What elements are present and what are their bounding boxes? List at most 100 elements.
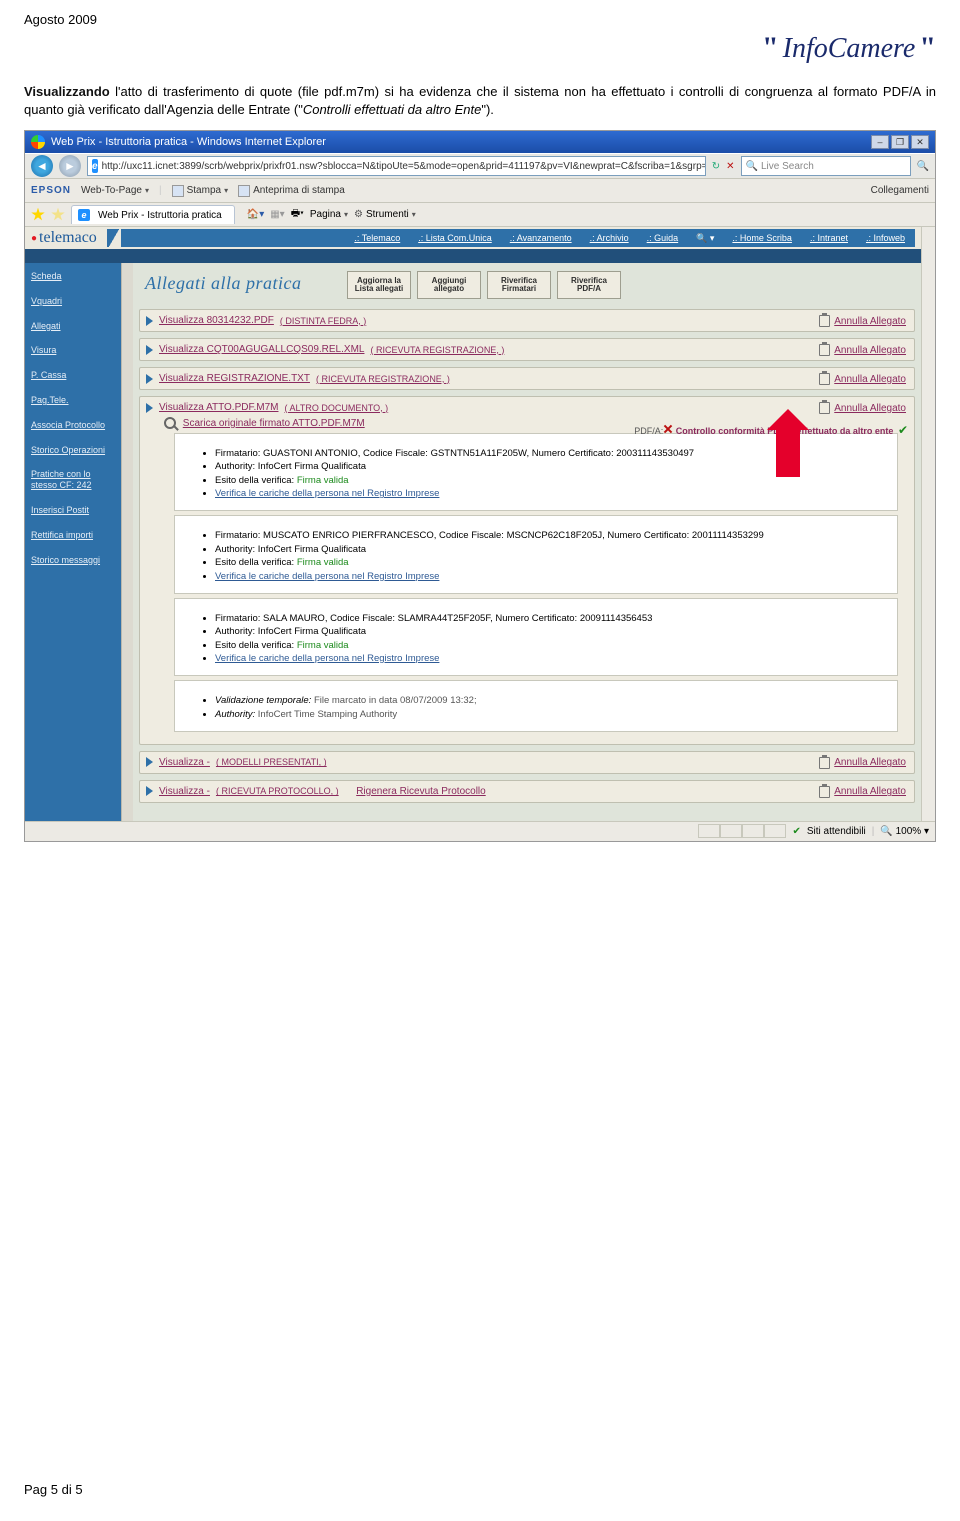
expand-icon[interactable]	[146, 786, 153, 796]
attachment-link[interactable]: Visualizza REGISTRAZIONE.TXT	[159, 373, 310, 384]
attachment-card: Visualizza - ( MODELLI PRESENTATI, ) Ann…	[139, 751, 915, 774]
feeds-icon[interactable]: ▦▾	[270, 209, 284, 220]
sidebar-item[interactable]: Storico Operazioni	[31, 445, 117, 456]
nav-guida[interactable]: .: Guida	[647, 233, 679, 243]
sidebar-item[interactable]: Vquadri	[31, 296, 117, 307]
security-shield-icon: ✔	[792, 826, 800, 837]
expand-icon[interactable]	[146, 374, 153, 384]
aggiorna-button[interactable]: Aggiorna la Lista allegati	[347, 271, 411, 299]
verify-link[interactable]: Verifica le cariche della persona nel Re…	[215, 653, 439, 664]
window-titlebar: Web Prix - Istruttoria pratica - Windows…	[25, 131, 935, 153]
refresh-icon[interactable]: ↻	[712, 161, 720, 172]
page-footer: Pag 5 di 5	[0, 1482, 960, 1509]
riverifica-pdfa-button[interactable]: Riverifica PDF/A	[557, 271, 621, 299]
anteprima-button[interactable]: Anteprima di stampa	[238, 185, 345, 197]
print-icon-2[interactable]: 🖶▾	[291, 206, 304, 223]
verify-link[interactable]: Verifica le cariche della persona nel Re…	[215, 488, 439, 499]
nav-telemaco[interactable]: .: Telemaco	[354, 233, 400, 243]
attachment-card: Visualizza CQT00AGUGALLCQS09.REL.XML ( R…	[139, 338, 915, 361]
favorites-icon[interactable]	[31, 208, 45, 222]
sidebar-item[interactable]: Visura	[31, 345, 117, 356]
rigenera-link[interactable]: Rigenera Ricevuta Protocollo	[356, 786, 486, 797]
telemaco-logo: telemaco	[31, 229, 97, 247]
browser-search-input[interactable]: 🔍 Live Search	[741, 156, 911, 176]
intro-paragraph: Visualizzando l'atto di trasferimento di…	[24, 83, 936, 118]
add-favorites-icon[interactable]	[51, 208, 65, 222]
ie-page-icon: e	[92, 159, 98, 173]
epson-toolbar: EPSON Web-To-Page | Stampa Anteprima di …	[25, 179, 935, 203]
sidebar-item[interactable]: Rettifica importi	[31, 530, 117, 541]
nav-forward-icon[interactable]: ►	[59, 155, 81, 177]
annulla-link[interactable]: Annulla Allegato	[819, 402, 906, 414]
signatory-box: Firmatario: SALA MAURO, Codice Fiscale: …	[174, 598, 898, 676]
window-close[interactable]: ✕	[911, 135, 929, 149]
search-icon: 🔍	[746, 161, 758, 172]
webtopage-button[interactable]: Web-To-Page	[81, 185, 149, 196]
expand-icon[interactable]	[146, 345, 153, 355]
sidebar-item[interactable]: P. Cassa	[31, 370, 117, 381]
stampa-button[interactable]: Stampa	[172, 185, 228, 197]
annulla-link[interactable]: Annulla Allegato	[819, 373, 906, 385]
sidebar: Scheda Vquadri Allegati Visura P. Cassa …	[25, 263, 121, 821]
window-minimize[interactable]: –	[871, 135, 889, 149]
expand-icon[interactable]	[146, 757, 153, 767]
annulla-link[interactable]: Annulla Allegato	[819, 315, 906, 327]
content-area: Allegati alla pratica Aggiorna la Lista …	[133, 263, 921, 821]
nav-homescriba[interactable]: .: Home Scriba	[732, 233, 792, 243]
infocamere-logo: "InfoCamere"	[762, 31, 936, 65]
trash-icon	[819, 757, 830, 769]
scarica-link[interactable]: Scarica originale firmato ATTO.PDF.M7M	[183, 418, 365, 429]
status-zone: Siti attendibili	[807, 826, 866, 837]
sidebar-item[interactable]: Storico messaggi	[31, 555, 117, 566]
window-restore[interactable]: ❐	[891, 135, 909, 149]
expand-icon[interactable]	[146, 403, 153, 413]
nav-avanzamento[interactable]: .: Avanzamento	[510, 233, 572, 243]
browser-tab[interactable]: e Web Prix - Istruttoria pratica	[71, 205, 235, 224]
trash-icon	[819, 786, 830, 798]
nav-archivio[interactable]: .: Archivio	[590, 233, 629, 243]
stop-icon[interactable]: ✕	[726, 161, 734, 172]
callout-arrow	[776, 427, 800, 477]
nav-infoweb[interactable]: .: Infoweb	[866, 233, 905, 243]
attachment-meta: ( RICEVUTA REGISTRAZIONE, )	[316, 374, 450, 384]
verify-link[interactable]: Verifica le cariche della persona nel Re…	[215, 571, 439, 582]
sidebar-item[interactable]: Scheda	[31, 271, 117, 282]
annulla-link[interactable]: Annulla Allegato	[819, 786, 906, 798]
url-input[interactable]: e http://uxc11.icnet:3899/scrb/webprix/p…	[87, 156, 706, 176]
pagina-menu[interactable]: Pagina	[310, 209, 348, 220]
attachment-link[interactable]: Visualizza CQT00AGUGALLCQS09.REL.XML	[159, 344, 364, 355]
collegamenti-label[interactable]: Collegamenti	[871, 185, 929, 196]
attachment-meta: ( RICEVUTA REGISTRAZIONE, )	[370, 345, 504, 355]
browser-statusbar: ✔ Siti attendibili | 🔍 100% ▾	[25, 821, 935, 841]
nav-listacom[interactable]: .: Lista Com.Unica	[418, 233, 492, 243]
sidebar-item[interactable]: Inserisci Postit	[31, 505, 117, 516]
sidebar-scrollbar[interactable]	[121, 263, 133, 821]
preview-icon	[238, 185, 250, 197]
home-icon[interactable]: 🏠▾	[247, 209, 264, 220]
sidebar-item[interactable]: Allegati	[31, 321, 117, 332]
status-zoom[interactable]: 🔍 100% ▾	[880, 826, 929, 837]
attachment-link[interactable]: Visualizza ATTO.PDF.M7M	[159, 402, 278, 413]
nav-back-icon[interactable]: ◄	[31, 155, 53, 177]
nav-intranet[interactable]: .: Intranet	[810, 233, 848, 243]
sidebar-item[interactable]: Associa Protocollo	[31, 420, 117, 431]
attachment-card: Visualizza 80314232.PDF ( DISTINTA FEDRA…	[139, 309, 915, 332]
expand-icon[interactable]	[146, 316, 153, 326]
page-scrollbar[interactable]	[921, 227, 935, 821]
sidebar-item[interactable]: Pag.Tele.	[31, 395, 117, 406]
attachment-link[interactable]: Visualizza -	[159, 757, 210, 768]
riverifica-firmatari-button[interactable]: Riverifica Firmatari	[487, 271, 551, 299]
sidebar-item[interactable]: Pratiche con lo stesso CF: 242	[31, 469, 117, 491]
attachment-meta: ( RICEVUTA PROTOCOLLO, )	[216, 786, 339, 796]
window-title: Web Prix - Istruttoria pratica - Windows…	[51, 136, 871, 148]
screenshot-window: Web Prix - Istruttoria pratica - Windows…	[24, 130, 936, 842]
annulla-link[interactable]: Annulla Allegato	[819, 344, 906, 356]
aggiungi-button[interactable]: Aggiungi allegato	[417, 271, 481, 299]
search-go-icon[interactable]: 🔍	[917, 161, 929, 172]
attachment-link[interactable]: Visualizza -	[159, 786, 210, 797]
annulla-link[interactable]: Annulla Allegato	[819, 757, 906, 769]
browser-addressbar: ◄ ► e http://uxc11.icnet:3899/scrb/webpr…	[25, 153, 935, 179]
strumenti-menu[interactable]: ⚙ Strumenti	[354, 209, 416, 220]
nav-search-icon[interactable]: 🔍 ▾	[696, 233, 714, 244]
attachment-link[interactable]: Visualizza 80314232.PDF	[159, 315, 274, 326]
